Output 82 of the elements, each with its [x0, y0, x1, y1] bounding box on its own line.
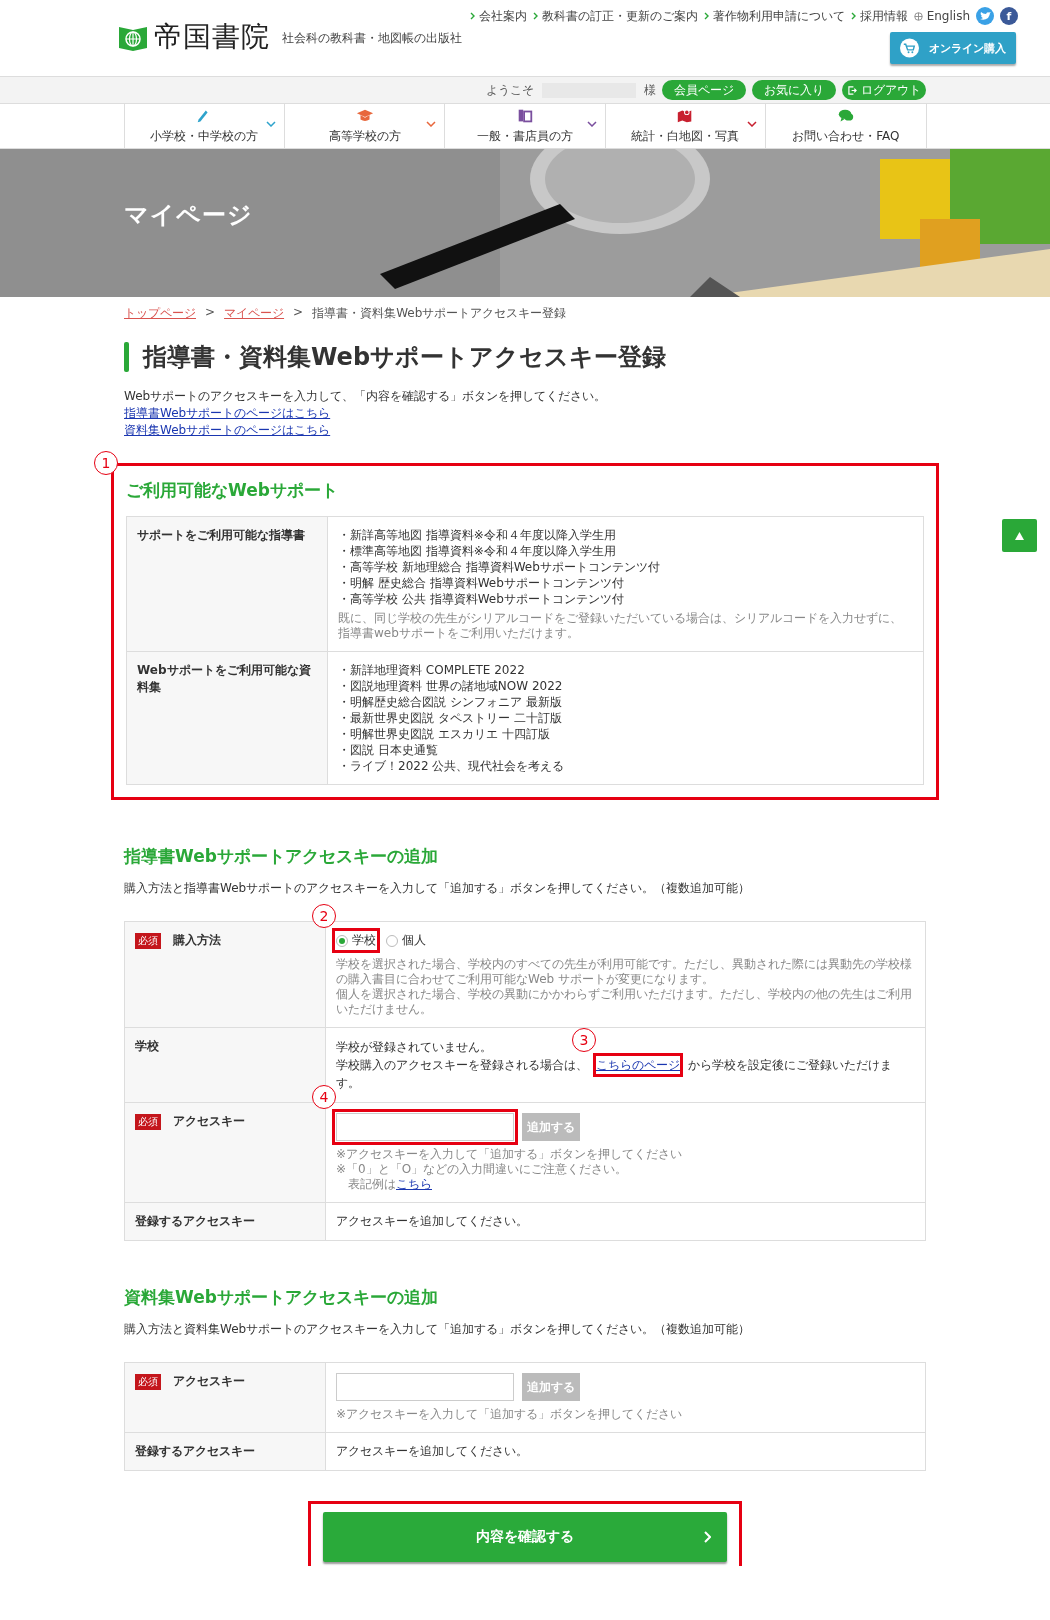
logout-icon: [847, 85, 857, 95]
tagline: 社会科の教科書・地図帳の出版社: [282, 29, 462, 47]
list-item: ・新詳高等地図 指導資料※令和４年度以降入学生用: [338, 527, 617, 543]
header-link[interactable]: 教科書の訂正・更新のご案内: [532, 7, 698, 25]
breadcrumb-link[interactable]: トップページ: [124, 305, 196, 322]
note-text: 学校を選択された場合、学校内のすべての先生が利用可能です。ただし、異動された際には異動先の学校様の購入書目に合わせてご利用可能なWeb サポートが変更になります。: [336, 957, 913, 987]
note-text: ※アクセスキーを入力して「追加する」ボタンを押してください: [336, 1407, 684, 1422]
cell-text: アクセスキーを追加してください。: [336, 1443, 529, 1460]
note-text: ※「0」と「O」などの入力間違いにご注意ください。: [336, 1162, 629, 1177]
required-badge: 必須: [135, 1374, 161, 1390]
list-item: ・高等学校 公共 指導資料Webサポートコンテンツ付: [338, 591, 625, 607]
up-triangle-icon: [1015, 531, 1024, 540]
chevron-icon: [532, 12, 538, 20]
cart-icon: [900, 38, 919, 58]
header-link[interactable]: 著作物利用申請について: [703, 7, 845, 25]
radio-button[interactable]: [386, 934, 398, 947]
section-description: 購入方法と指導書Webサポートのアクセスキーを入力して「追加する」ボタンを押してください。（複数追加可能）: [124, 880, 752, 897]
row-label: 購入方法: [173, 933, 221, 947]
list-item: ・最新世界史図説 タペストリー 二十訂版: [338, 710, 563, 726]
list-item: ・明解歴史総合図説 シンフォニア 最新版: [338, 694, 563, 710]
twitter-icon[interactable]: [976, 7, 994, 25]
chevron-icon: [704, 1531, 711, 1543]
example-link[interactable]: こちら: [396, 1177, 432, 1191]
section-description: 購入方法と資料集Webサポートのアクセスキーを入力して「追加する」ボタンを押してください。（複数追加可能）: [124, 1321, 752, 1338]
welcome-text: ようこそ: [486, 81, 534, 99]
chevron-icon: [850, 12, 856, 20]
scroll-top-button[interactable]: [1002, 519, 1037, 552]
row-label: アクセスキー: [173, 1374, 245, 1388]
list-item: ・新詳地理資料 COMPLETE 2022: [338, 662, 526, 678]
facebook-icon[interactable]: f: [1000, 7, 1018, 25]
list-item: ・明解 歴史総合 指導資料Webサポートコンテンツ付: [338, 575, 625, 591]
header-link[interactable]: 会社案内: [469, 7, 527, 25]
breadcrumb-separator: >: [205, 305, 216, 321]
list-item: ・図説 日本史通覧: [338, 742, 439, 758]
radio-button[interactable]: [336, 934, 348, 947]
section-heading: 指導書Webサポートアクセスキーの追加: [124, 846, 438, 866]
cell-text: アクセスキーを追加してください。: [336, 1213, 529, 1230]
logo-text[interactable]: 帝国書院: [154, 18, 270, 56]
title-accent-bar: [124, 342, 129, 372]
access-key-field[interactable]: [336, 1373, 514, 1401]
text-link[interactable]: 資料集Webサポートのページはこちら: [124, 422, 331, 439]
page-link[interactable]: こちらのページ: [596, 1058, 680, 1072]
chevron-icon: [469, 12, 475, 20]
list-item: ・明解世界史図説 エスカリエ 十四訂版: [338, 726, 551, 742]
callout-number: 1: [94, 451, 118, 475]
radio-option[interactable]: 個人: [386, 932, 426, 949]
intro-text: Webサポートのアクセスキーを入力して、「内容を確認する」ボタンを押してください。: [124, 388, 608, 405]
list-item: ・図説地理資料 世界の諸地域NOW 2022: [338, 678, 564, 694]
section-heading: 資料集Webサポートアクセスキーの追加: [124, 1287, 438, 1307]
honorific-text: 様: [644, 81, 656, 99]
radio-option[interactable]: 学校: [336, 932, 376, 949]
breadcrumb-link[interactable]: マイページ: [224, 305, 285, 322]
list-item: ・標準高等地図 指導資料※令和４年度以降入学生用: [338, 543, 617, 559]
note-text: 個人を選択された場合、学校の異動にかかわらずご利用いただけます。ただし、学校内の他の先生はご利用いただけません。: [336, 987, 913, 1017]
chevron-icon: [703, 12, 709, 20]
note-text: ※アクセスキーを入力して「追加する」ボタンを押してください: [336, 1147, 684, 1162]
row-label: アクセスキー: [173, 1114, 245, 1128]
status-text: 学校が登録されていません。: [336, 1039, 492, 1056]
breadcrumb-current: 指導書・資料集Webサポートアクセスキー登録: [312, 305, 567, 322]
section-heading: ご利用可能なWebサポート: [126, 480, 338, 500]
row-label: サポートをご利用可能な指導書: [137, 528, 305, 542]
required-badge: 必須: [135, 1114, 161, 1130]
row-label: Webサポートをご利用可能な資料集: [137, 663, 311, 694]
breadcrumb-separator: >: [293, 305, 304, 321]
page-title: 指導書・資料集Webサポートアクセスキー登録: [143, 342, 667, 372]
row-label: 登録するアクセスキー: [135, 1214, 255, 1228]
list-item: ・高等学校 新地理総合 指導資料Webサポートコンテンツ付: [338, 559, 661, 575]
row-label: 学校: [135, 1039, 159, 1053]
callout-number: 3: [572, 1028, 596, 1052]
callout-number: 4: [312, 1085, 336, 1109]
header-link[interactable]: 採用情報: [850, 7, 908, 25]
text-link[interactable]: 指導書Webサポートのページはこちら: [124, 405, 331, 422]
globe-icon: [913, 11, 923, 21]
note-text: 表記例はこちら: [347, 1177, 433, 1192]
required-badge: 必須: [135, 933, 161, 949]
language-link[interactable]: English: [913, 9, 970, 23]
page-banner-title: マイページ: [124, 200, 253, 231]
list-item: ・ライブ！2022 公共、現代社会を考える: [338, 758, 566, 774]
note-text: 既に、同じ学校の先生がシリアルコードをご登録いただいている場合は、シリアルコードを入力せずに、指導書webサポートをご利用いただけます。: [338, 611, 903, 641]
callout-number: 2: [312, 904, 336, 928]
highlight-frame: [332, 928, 380, 953]
row-label: 登録するアクセスキー: [135, 1444, 255, 1458]
